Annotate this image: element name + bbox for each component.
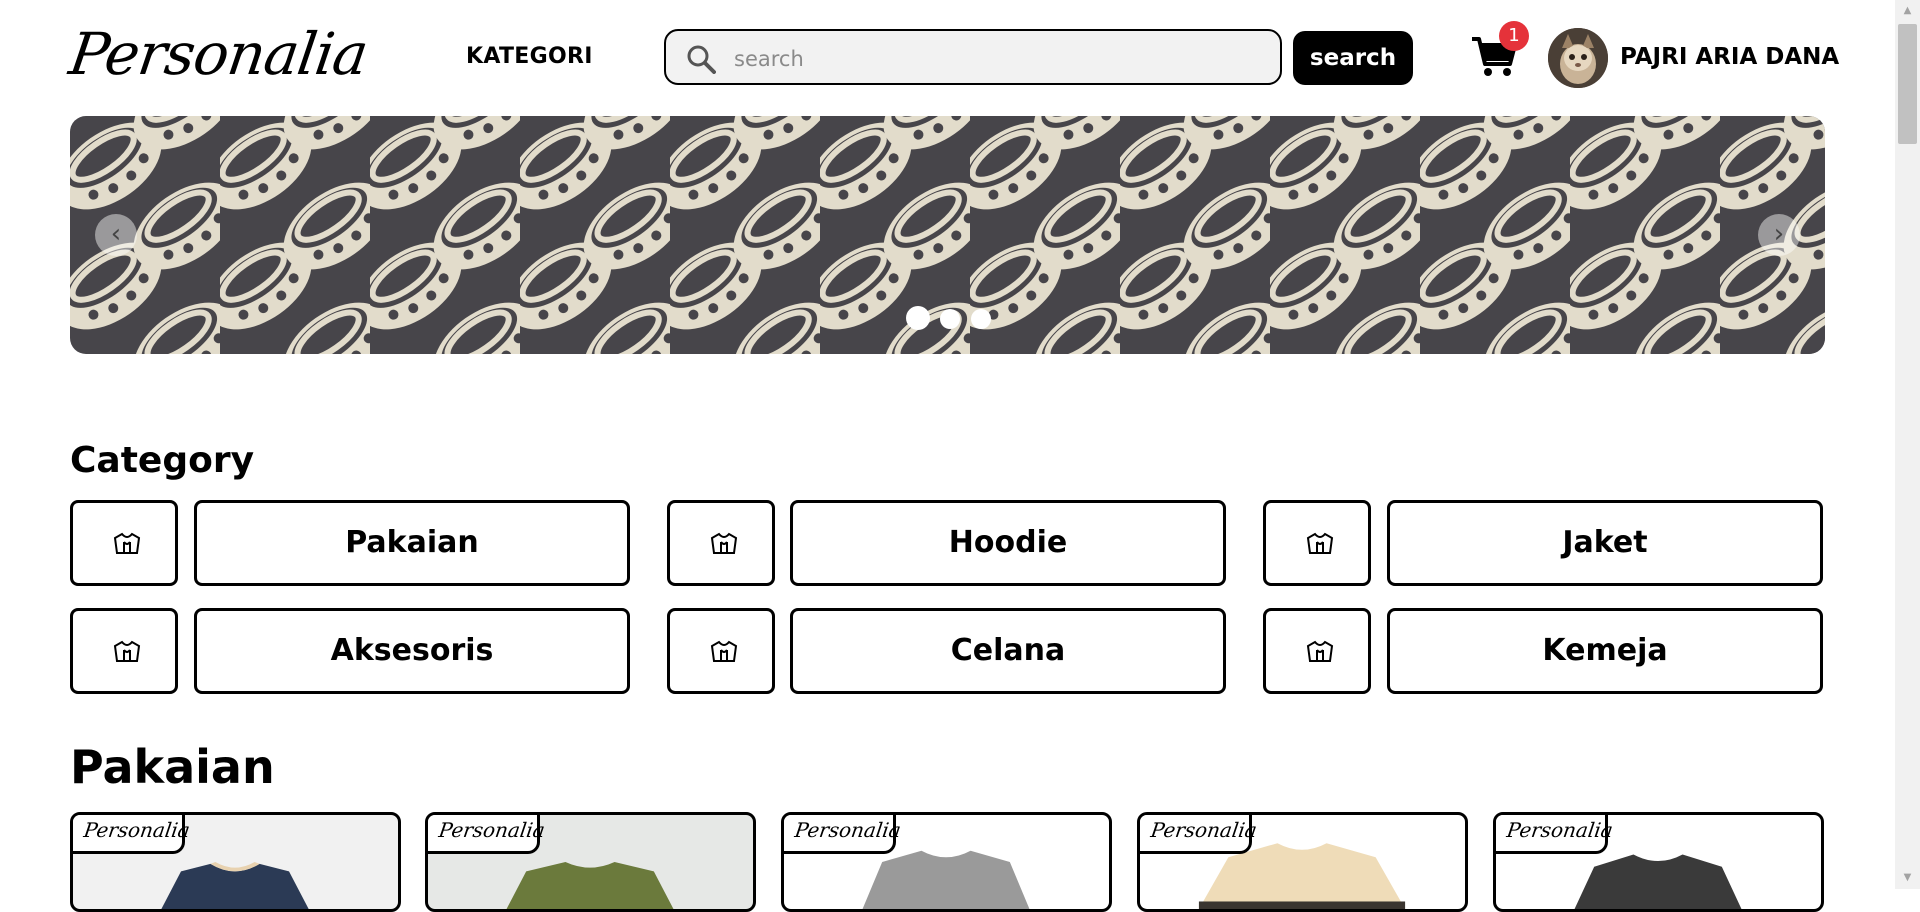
- brand-tag-text: Personalia: [1505, 818, 1615, 842]
- product-card[interactable]: Personalia: [1137, 812, 1468, 912]
- category-jaket[interactable]: Jaket: [1387, 500, 1823, 586]
- category-icon-kemeja[interactable]: [1263, 608, 1371, 694]
- brand-tag: Personalia: [428, 815, 546, 854]
- scroll-up-arrow-icon[interactable]: ▲: [1898, 2, 1917, 20]
- scroll-down-arrow-icon[interactable]: ▼: [1898, 869, 1917, 887]
- banner-next-button[interactable]: ›: [1758, 214, 1800, 256]
- search-input[interactable]: [732, 39, 1266, 79]
- brand-tag-text: Personalia: [437, 818, 547, 842]
- scrollbar-thumb[interactable]: [1898, 24, 1917, 144]
- category-icon-celana[interactable]: [667, 608, 775, 694]
- brand-tag-text: Personalia: [82, 818, 192, 842]
- brand-tag: Personalia: [1496, 815, 1614, 854]
- cart-count-badge: 1: [1499, 21, 1529, 51]
- category-hoodie[interactable]: Hoodie: [790, 500, 1226, 586]
- category-aksesoris[interactable]: Aksesoris: [194, 608, 630, 694]
- pakaian-section-title: Pakaian: [70, 740, 275, 794]
- brand-logo[interactable]: Personalia: [65, 18, 371, 90]
- brand-tag: Personalia: [73, 815, 191, 854]
- product-card[interactable]: Personalia: [425, 812, 756, 912]
- product-card[interactable]: Personalia: [781, 812, 1112, 912]
- category-icon-jaket[interactable]: [1263, 500, 1371, 586]
- hoodie-icon: [113, 532, 141, 554]
- brand-tag: Personalia: [1140, 815, 1258, 854]
- user-name[interactable]: PAJRI ARIA DANA: [1620, 44, 1839, 70]
- category-pakaian[interactable]: Pakaian: [194, 500, 630, 586]
- banner-dot-3[interactable]: [971, 309, 991, 329]
- brand-tag-text: Personalia: [1149, 818, 1259, 842]
- brand-tag: Personalia: [784, 815, 902, 854]
- avatar-image: [1548, 28, 1608, 88]
- category-celana[interactable]: Celana: [790, 608, 1226, 694]
- category-icon-pakaian[interactable]: [70, 500, 178, 586]
- brand-tag-text: Personalia: [793, 818, 903, 842]
- category-kemeja[interactable]: Kemeja: [1387, 608, 1823, 694]
- search-button[interactable]: search: [1293, 31, 1413, 85]
- banner-dot-1[interactable]: [906, 306, 930, 330]
- nav-kategori-link[interactable]: KATEGORI: [466, 44, 593, 69]
- product-card[interactable]: Personalia: [70, 812, 401, 912]
- product-card[interactable]: Personalia: [1493, 812, 1824, 912]
- banner-prev-button[interactable]: ‹: [95, 214, 137, 256]
- hoodie-icon: [710, 532, 738, 554]
- hoodie-icon: [1306, 532, 1334, 554]
- hoodie-icon: [710, 640, 738, 662]
- search-icon: [687, 45, 716, 74]
- category-icon-hoodie[interactable]: [667, 500, 775, 586]
- banner-dot-2[interactable]: [940, 309, 960, 329]
- category-title: Category: [70, 440, 255, 481]
- category-icon-aksesoris[interactable]: [70, 608, 178, 694]
- avatar[interactable]: [1548, 28, 1608, 88]
- search-box: [664, 29, 1282, 85]
- hoodie-icon: [113, 640, 141, 662]
- hoodie-icon: [1306, 640, 1334, 662]
